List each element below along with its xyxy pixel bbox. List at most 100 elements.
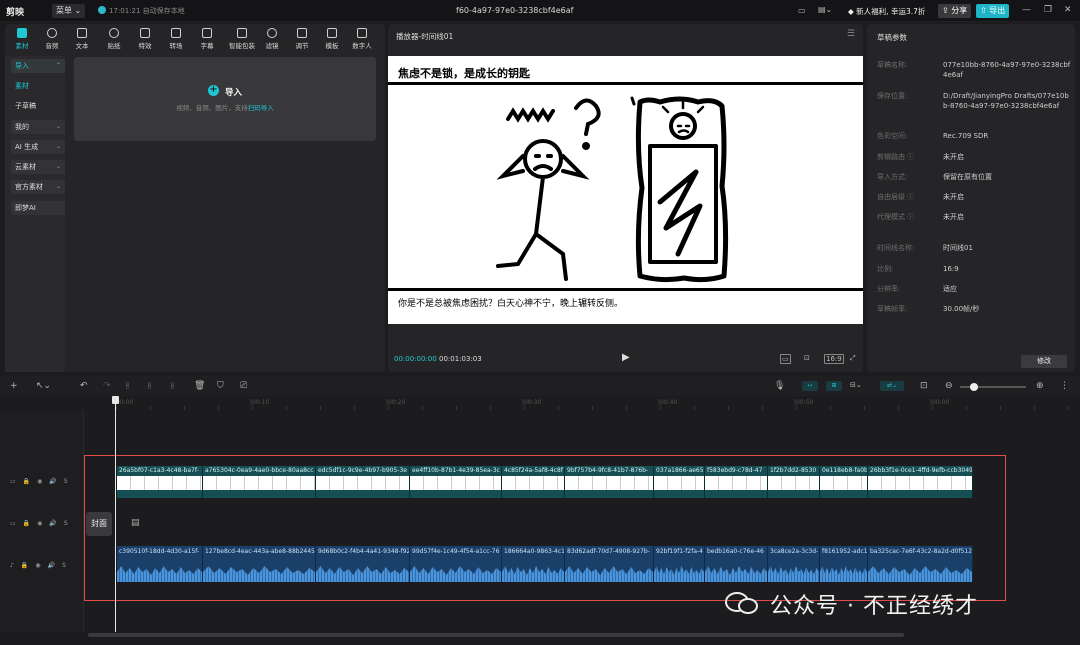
tool-filter[interactable]: 滤镜 <box>257 28 287 50</box>
slider-knob[interactable] <box>970 383 978 391</box>
s-icon[interactable]: S <box>64 520 68 527</box>
lock-icon[interactable]: 🔒 <box>23 520 30 527</box>
lock-icon[interactable]: 🔒 <box>23 478 30 485</box>
draft-params-panel: 草稿参数 草稿名称: 077e10bb-8760-4a97-97e0-3238cb… <box>867 24 1075 372</box>
play-icon[interactable]: ▶ <box>622 352 630 363</box>
current-time: 00:00:00:00 <box>394 355 437 363</box>
param-value: 适应 <box>943 285 957 293</box>
eye-icon[interactable]: ◉ <box>37 478 42 485</box>
tool-audio[interactable]: 音频 <box>37 28 67 50</box>
modify-button[interactable]: 修改 <box>1021 355 1067 368</box>
preview-axis-icon[interactable]: ⇄⌄ <box>880 381 904 391</box>
promo-banner[interactable]: ◆ 新人福利, 幸运3.7折 <box>848 6 925 17</box>
sidebar-item-mine[interactable]: 我的 ⌄ <box>11 120 65 134</box>
ai-edit-icon[interactable]: ⎚ <box>240 381 247 391</box>
sidebar-item-subdraft[interactable]: 子草稿 <box>11 99 65 113</box>
param-value: 未开启 <box>943 213 964 221</box>
gift-icon: ◆ <box>848 7 854 16</box>
speaker-icon[interactable]: 🔊 <box>49 478 56 485</box>
ruler-label: |00:10 <box>250 399 270 406</box>
param-key: 草稿名称: <box>877 61 908 69</box>
split-icon[interactable]: ⫲ <box>126 381 129 391</box>
speaker-icon[interactable]: 🔊 <box>48 562 55 569</box>
share-button[interactable]: ⇪ 分享 <box>938 4 972 18</box>
tool-text[interactable]: 文本 <box>67 28 97 50</box>
share-label: 分享 <box>951 6 968 15</box>
scan-import-link[interactable]: 扫码导入 <box>248 104 274 112</box>
s-icon[interactable]: S <box>62 562 66 569</box>
panel-title: 草稿参数 <box>877 33 907 42</box>
param-key: 色彩空间: <box>877 132 908 140</box>
more-icon[interactable]: ⋮ <box>1060 381 1069 391</box>
eye-icon[interactable]: ◉ <box>37 520 42 527</box>
fullscreen-icon[interactable]: ⤢ <box>849 354 857 362</box>
auto-snap-icon[interactable]: ⊞ <box>826 381 842 391</box>
undo-icon[interactable]: ↶ <box>80 381 88 391</box>
microphone-icon[interactable]: 🎙 <box>774 381 785 391</box>
layout-icon[interactable]: ▤⌄ <box>818 5 832 14</box>
s-icon[interactable]: S <box>64 478 68 485</box>
tool-smart-package[interactable]: 智能包装 <box>223 28 261 50</box>
cursor-icon[interactable]: ↖⌄ <box>36 381 51 391</box>
ratio-button[interactable]: 16:9 <box>824 354 844 364</box>
split-right-icon[interactable]: ⫲ <box>171 381 174 391</box>
param-key: 时间线名称: <box>877 244 915 252</box>
playhead[interactable] <box>115 400 116 632</box>
sidebar-item-label: 我的 <box>15 123 29 131</box>
fit-icon[interactable]: ⊡ <box>920 381 928 391</box>
digital-human-icon <box>357 28 367 38</box>
template-icon <box>327 28 337 38</box>
tool-label: 贴纸 <box>107 42 121 50</box>
time-ruler[interactable]: 00:00 |00:10 |00:20 |00:30 |00:40 |00:50… <box>0 396 1080 410</box>
delete-icon[interactable]: 🗑 <box>194 381 205 391</box>
eye-icon[interactable]: ◉ <box>35 562 40 569</box>
horizontal-scrollbar[interactable] <box>88 633 904 637</box>
audio-track-icon[interactable]: ♪ <box>10 562 14 569</box>
tool-subtitle[interactable]: 字幕 <box>192 28 222 50</box>
sidebar-item-media[interactable]: 素材 <box>11 79 65 93</box>
link-icon[interactable]: ⊟⌄ <box>850 381 862 389</box>
marker-icon[interactable]: ⛉ <box>217 381 224 391</box>
zoom-slider[interactable] <box>960 383 1026 391</box>
track-icon[interactable]: ▭ <box>10 478 16 485</box>
tool-effects[interactable]: 特效 <box>130 28 160 50</box>
sidebar-item-import[interactable]: 导入 ⌃ <box>11 59 65 73</box>
sidebar-item-official[interactable]: 官方素材 ⌄ <box>11 180 65 194</box>
close-icon[interactable]: ✕ <box>1064 5 1072 15</box>
crop-icon[interactable]: ⊡ <box>803 354 811 362</box>
tool-template[interactable]: 模板 <box>317 28 347 50</box>
tool-adjust[interactable]: 调节 <box>287 28 317 50</box>
speaker-icon[interactable]: 🔊 <box>49 520 56 527</box>
effects-icon <box>140 28 150 38</box>
main-track-magnet-icon[interactable]: ⇿ <box>802 381 818 391</box>
divider <box>388 82 863 85</box>
chevron-down-icon: ⌄ <box>55 123 61 130</box>
quality-icon[interactable]: ▭ <box>780 354 791 364</box>
add-icon[interactable]: + <box>10 381 18 391</box>
lock-icon[interactable]: 🔒 <box>21 562 28 569</box>
keyboard-icon[interactable]: ▭ <box>798 6 806 15</box>
import-dropzone[interactable]: + 导入 视频、音频、图片，支持扫码导入 <box>74 57 376 141</box>
export-button[interactable]: ⇧ 导出 <box>976 4 1010 18</box>
menu-icon[interactable]: ☰ <box>847 29 855 39</box>
zoom-out-icon[interactable]: ⊖ <box>945 381 953 391</box>
sidebar-item-ai[interactable]: AI 生成 ⌄ <box>11 140 65 154</box>
tool-sticker[interactable]: 贴纸 <box>99 28 129 50</box>
track-icon[interactable]: ▭ <box>10 520 16 527</box>
tool-transition[interactable]: 转场 <box>161 28 191 50</box>
import-hint-text: 视频、音频、图片，支持 <box>176 104 248 112</box>
redo-icon[interactable]: ↷ <box>103 381 111 391</box>
tool-media[interactable]: 素材 <box>7 28 37 50</box>
split-left-icon[interactable]: ⫲ <box>148 381 151 391</box>
minimize-icon[interactable]: — <box>1022 5 1031 15</box>
export-label: 导出 <box>989 6 1006 15</box>
menu-button[interactable]: 菜单 ⌄ <box>52 4 86 18</box>
check-icon <box>98 6 106 14</box>
tool-digital-human[interactable]: 数字人 <box>347 28 377 50</box>
plus-icon: + <box>208 84 219 96</box>
zoom-in-icon[interactable]: ⊕ <box>1036 381 1044 391</box>
maximize-icon[interactable]: ❐ <box>1044 5 1052 15</box>
sidebar-item-jimeng[interactable]: 即梦AI <box>11 201 65 215</box>
sidebar-item-cloud[interactable]: 云素材 ⌄ <box>11 160 65 174</box>
highlight-box <box>84 455 1006 601</box>
